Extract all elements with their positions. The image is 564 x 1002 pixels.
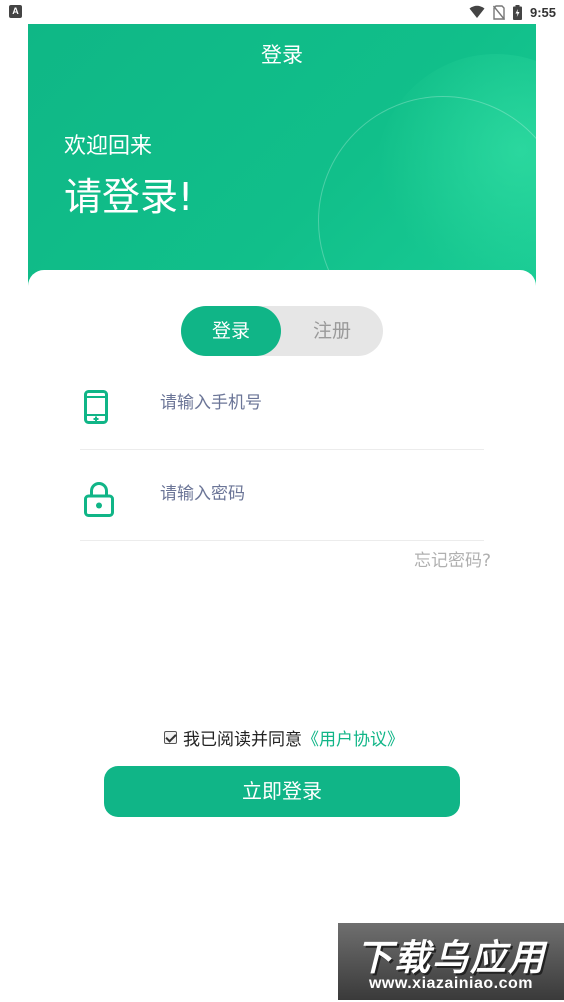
status-bar: A 9:55 (0, 0, 564, 24)
phone-input[interactable] (160, 388, 470, 418)
page-title: 登录 (261, 43, 303, 67)
agreement-row: 我已阅读并同意 《用户协议》 (164, 725, 404, 750)
no-sim-icon (492, 4, 505, 20)
tab-register[interactable]: 注册 (281, 306, 383, 356)
forgot-password-link[interactable]: 忘记密码? (414, 546, 491, 571)
watermark-title: 下载乌应用 (355, 938, 546, 979)
watermark-url: www.xiazainiao.com (368, 975, 533, 992)
phone-field-row (80, 358, 484, 450)
lock-icon (84, 482, 114, 517)
phone-icon (84, 390, 108, 424)
password-field-row (80, 449, 484, 541)
welcome-text: 欢迎回来 (64, 134, 153, 159)
login-screen: A 9:55 登录 欢迎回来 请登录! 登录 注册 请输入手机号 忘记密码? 我… (0, 0, 564, 1002)
wifi-icon (469, 5, 485, 18)
user-agreement-link[interactable]: 《用户协议》 (302, 725, 404, 750)
header-banner: 登录 欢迎回来 请登录! (28, 24, 536, 286)
status-time: 9:55 (529, 4, 556, 20)
notification-a-icon: A (9, 5, 22, 18)
header-ring-decoration (318, 96, 536, 286)
agreement-checkbox[interactable] (164, 730, 177, 744)
battery-charging-icon (512, 4, 522, 20)
login-submit-button[interactable]: 立即登录 (104, 766, 460, 817)
password-input[interactable] (160, 479, 470, 509)
status-icons: 9:55 (469, 3, 556, 21)
agreement-text: 我已阅读并同意 (183, 729, 302, 750)
tab-login[interactable]: 登录 (181, 306, 281, 356)
watermark: 下载乌应用 www.xiazainiao.com (338, 923, 564, 1000)
login-prompt: 请登录! (64, 175, 194, 219)
login-register-toggle: 登录 注册 (181, 306, 383, 356)
